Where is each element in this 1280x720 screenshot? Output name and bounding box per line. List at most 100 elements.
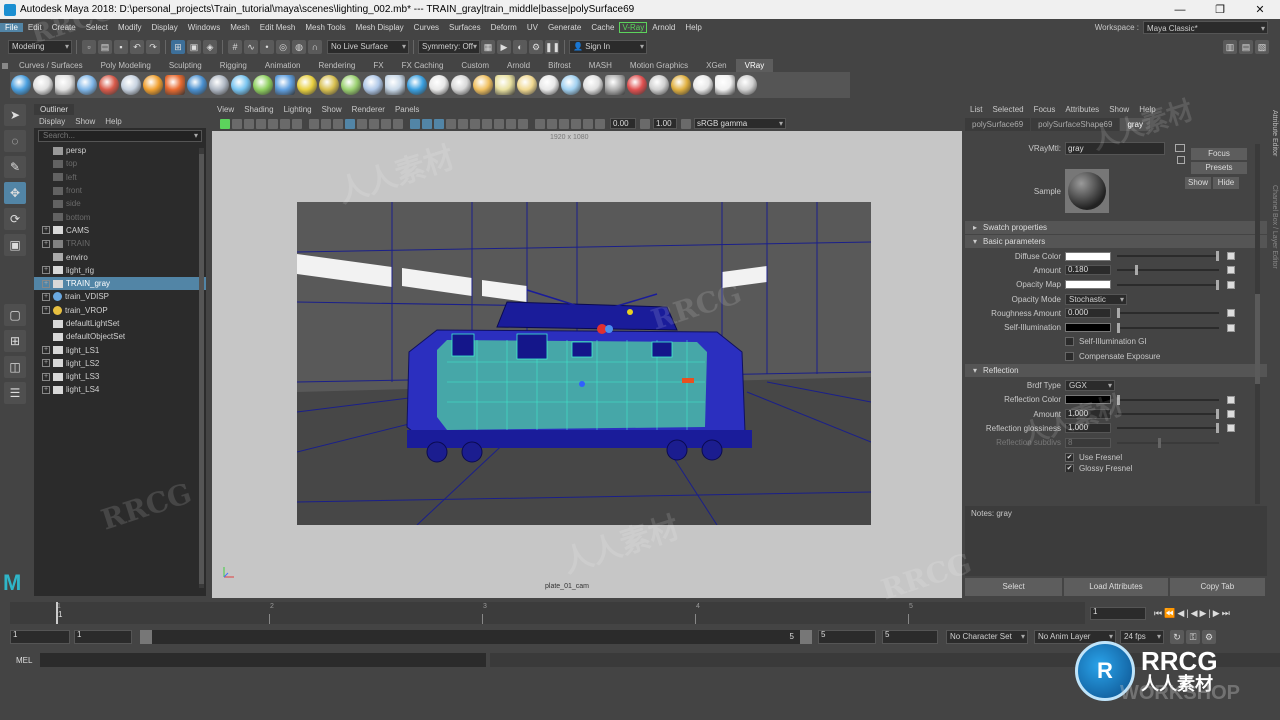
copy-tab-icon[interactable] <box>1177 156 1185 164</box>
reflection-amount-field[interactable]: 1.000 <box>1065 409 1111 420</box>
ae-menu-list[interactable]: List <box>965 104 987 116</box>
outliner-item-front[interactable]: front <box>34 184 206 197</box>
select-tool-icon[interactable]: ➤ <box>4 104 26 126</box>
vray-shelf-tool-icon[interactable] <box>231 75 251 95</box>
outliner-item-train[interactable]: + TRAIN <box>34 237 206 250</box>
viewport-menu-show[interactable]: Show <box>317 104 347 116</box>
outliner-item-top[interactable]: top <box>34 157 206 170</box>
menu-arnold[interactable]: Arnold <box>647 23 680 32</box>
compensate-exposure-checkbox[interactable] <box>1065 351 1074 361</box>
vray-shelf-tool-icon[interactable] <box>561 75 581 95</box>
vray-shelf-tool-icon[interactable] <box>715 75 735 95</box>
range-handle-end[interactable] <box>800 630 812 644</box>
vray-shelf-tool-icon[interactable] <box>495 75 515 95</box>
viewport-menu-view[interactable]: View <box>212 104 239 116</box>
outliner-item-light-ls4[interactable]: + light_LS4 <box>34 383 206 396</box>
viewport-menu-renderer[interactable]: Renderer <box>347 104 390 116</box>
vray-shelf-tool-icon[interactable] <box>429 75 449 95</box>
map-button-icon[interactable] <box>1227 424 1235 433</box>
map-button-icon[interactable] <box>1227 252 1235 261</box>
vray-shelf-tool-icon[interactable] <box>451 75 471 95</box>
redo-icon[interactable]: ↷ <box>146 40 160 54</box>
side-tab-channel-box[interactable]: Channel Box / Layer Editor <box>1268 185 1278 385</box>
menu-generate[interactable]: Generate <box>543 23 586 32</box>
ipr-icon[interactable]: ◐ <box>513 40 527 54</box>
outliner-item-train-vrop[interactable]: + train_VROP <box>34 304 206 317</box>
vray-shelf-tool-icon[interactable] <box>737 75 757 95</box>
snap-grid-icon[interactable]: # <box>228 40 242 54</box>
save-scene-icon[interactable]: ▪ <box>114 40 128 54</box>
roughness-field[interactable]: 0.000 <box>1065 308 1111 319</box>
shelf-settings-icon[interactable] <box>0 59 10 99</box>
shelf-tab-curves-surfaces[interactable]: Curves / Surfaces <box>10 59 92 72</box>
outliner-scrollbar[interactable] <box>199 148 204 588</box>
outliner-item-light-ls2[interactable]: + light_LS2 <box>34 357 206 370</box>
render-settings-icon[interactable]: ⚙ <box>529 40 543 54</box>
basic-parameters-section[interactable]: ▾ Basic parameters <box>965 235 1267 248</box>
diffuse-color-slider[interactable] <box>1117 251 1219 262</box>
construction-history-icon[interactable]: ▦ <box>481 40 495 54</box>
outliner-menu-show[interactable]: Show <box>70 117 100 126</box>
sidebar-toggle-icon[interactable]: ▥ <box>1223 40 1237 54</box>
slider-knob[interactable] <box>1216 279 1219 290</box>
shelf-tab-arnold[interactable]: Arnold <box>498 59 539 72</box>
shelf-tab-vray[interactable]: VRay <box>735 59 774 72</box>
close-button[interactable]: ✕ <box>1240 3 1280 16</box>
viewport-menu-shading[interactable]: Shading <box>239 104 278 116</box>
select-button[interactable]: Select <box>965 578 1063 596</box>
self-illumination-slider[interactable] <box>1117 322 1219 333</box>
open-scene-icon[interactable]: ▤ <box>98 40 112 54</box>
vray-shelf-tool-icon[interactable] <box>539 75 559 95</box>
map-button-icon[interactable] <box>1227 395 1235 404</box>
shelf-tab-rigging[interactable]: Rigging <box>211 59 256 72</box>
ae-menu-focus[interactable]: Focus <box>1029 104 1061 116</box>
use-all-lights-icon[interactable] <box>458 118 468 129</box>
paint-select-tool-icon[interactable]: ✎ <box>4 156 26 178</box>
menu-windows[interactable]: Windows <box>183 23 225 32</box>
outliner-item-train-gray[interactable]: + TRAIN_gray <box>34 276 206 291</box>
menu-create[interactable]: Create <box>47 23 81 32</box>
self-illumination-gi-checkbox[interactable] <box>1065 337 1074 347</box>
brdf-type-dropdown[interactable]: GGX <box>1065 380 1115 392</box>
material-name-field[interactable]: gray <box>1065 141 1165 155</box>
use-fresnel-checkbox[interactable]: ✔ <box>1065 452 1074 462</box>
vray-shelf-tool-icon[interactable] <box>363 75 383 95</box>
menu-curves[interactable]: Curves <box>409 23 444 32</box>
menu-help[interactable]: Help <box>680 23 706 32</box>
shadows-icon[interactable] <box>470 118 480 129</box>
scrollbar-thumb[interactable] <box>1255 294 1260 384</box>
slider-knob[interactable] <box>1216 423 1219 434</box>
menu-edit[interactable]: Edit <box>23 23 47 32</box>
grid-icon[interactable] <box>321 118 331 129</box>
xray-components-icon[interactable] <box>571 118 581 129</box>
menu-file[interactable]: File <box>0 23 23 32</box>
outliner-layout-icon[interactable]: ☰ <box>4 382 26 404</box>
lasso-tool-icon[interactable]: ◌ <box>4 130 26 152</box>
menu-uv[interactable]: UV <box>522 23 543 32</box>
image-plane-icon[interactable] <box>280 118 290 129</box>
map-button-icon[interactable] <box>1227 323 1235 332</box>
presets-button[interactable]: Presets <box>1191 162 1247 174</box>
maximize-button[interactable]: ❐ <box>1200 3 1240 16</box>
go-to-end-icon[interactable]: ⏭ <box>1222 608 1232 619</box>
bookmarks-icon[interactable] <box>268 118 278 129</box>
select-object-icon[interactable]: ▣ <box>187 40 201 54</box>
swatch-properties-section[interactable]: ▸ Swatch properties <box>965 221 1267 234</box>
vray-shelf-tool-icon[interactable] <box>583 75 603 95</box>
expand-icon[interactable]: + <box>42 292 50 301</box>
safe-title-icon[interactable] <box>393 118 403 129</box>
map-button-icon[interactable] <box>1227 309 1235 318</box>
2d-pan-zoom-icon[interactable] <box>292 118 302 129</box>
vray-shelf-tool-icon[interactable] <box>341 75 361 95</box>
backface-culling-icon[interactable] <box>583 118 593 129</box>
shelf-tab-custom[interactable]: Custom <box>452 59 498 72</box>
pause-icon[interactable]: ❚❚ <box>545 40 560 54</box>
time-slider[interactable]: 12345 1 <box>10 602 1085 624</box>
menu-mesh[interactable]: Mesh <box>225 23 255 32</box>
vray-shelf-tool-icon[interactable] <box>605 75 625 95</box>
shelf-tab-fx[interactable]: FX <box>364 59 392 72</box>
load-attributes-button[interactable]: Load Attributes <box>1064 578 1168 596</box>
menu-deform[interactable]: Deform <box>486 23 522 32</box>
lock-camera-icon[interactable] <box>244 118 254 129</box>
map-button-icon[interactable] <box>1227 410 1235 419</box>
